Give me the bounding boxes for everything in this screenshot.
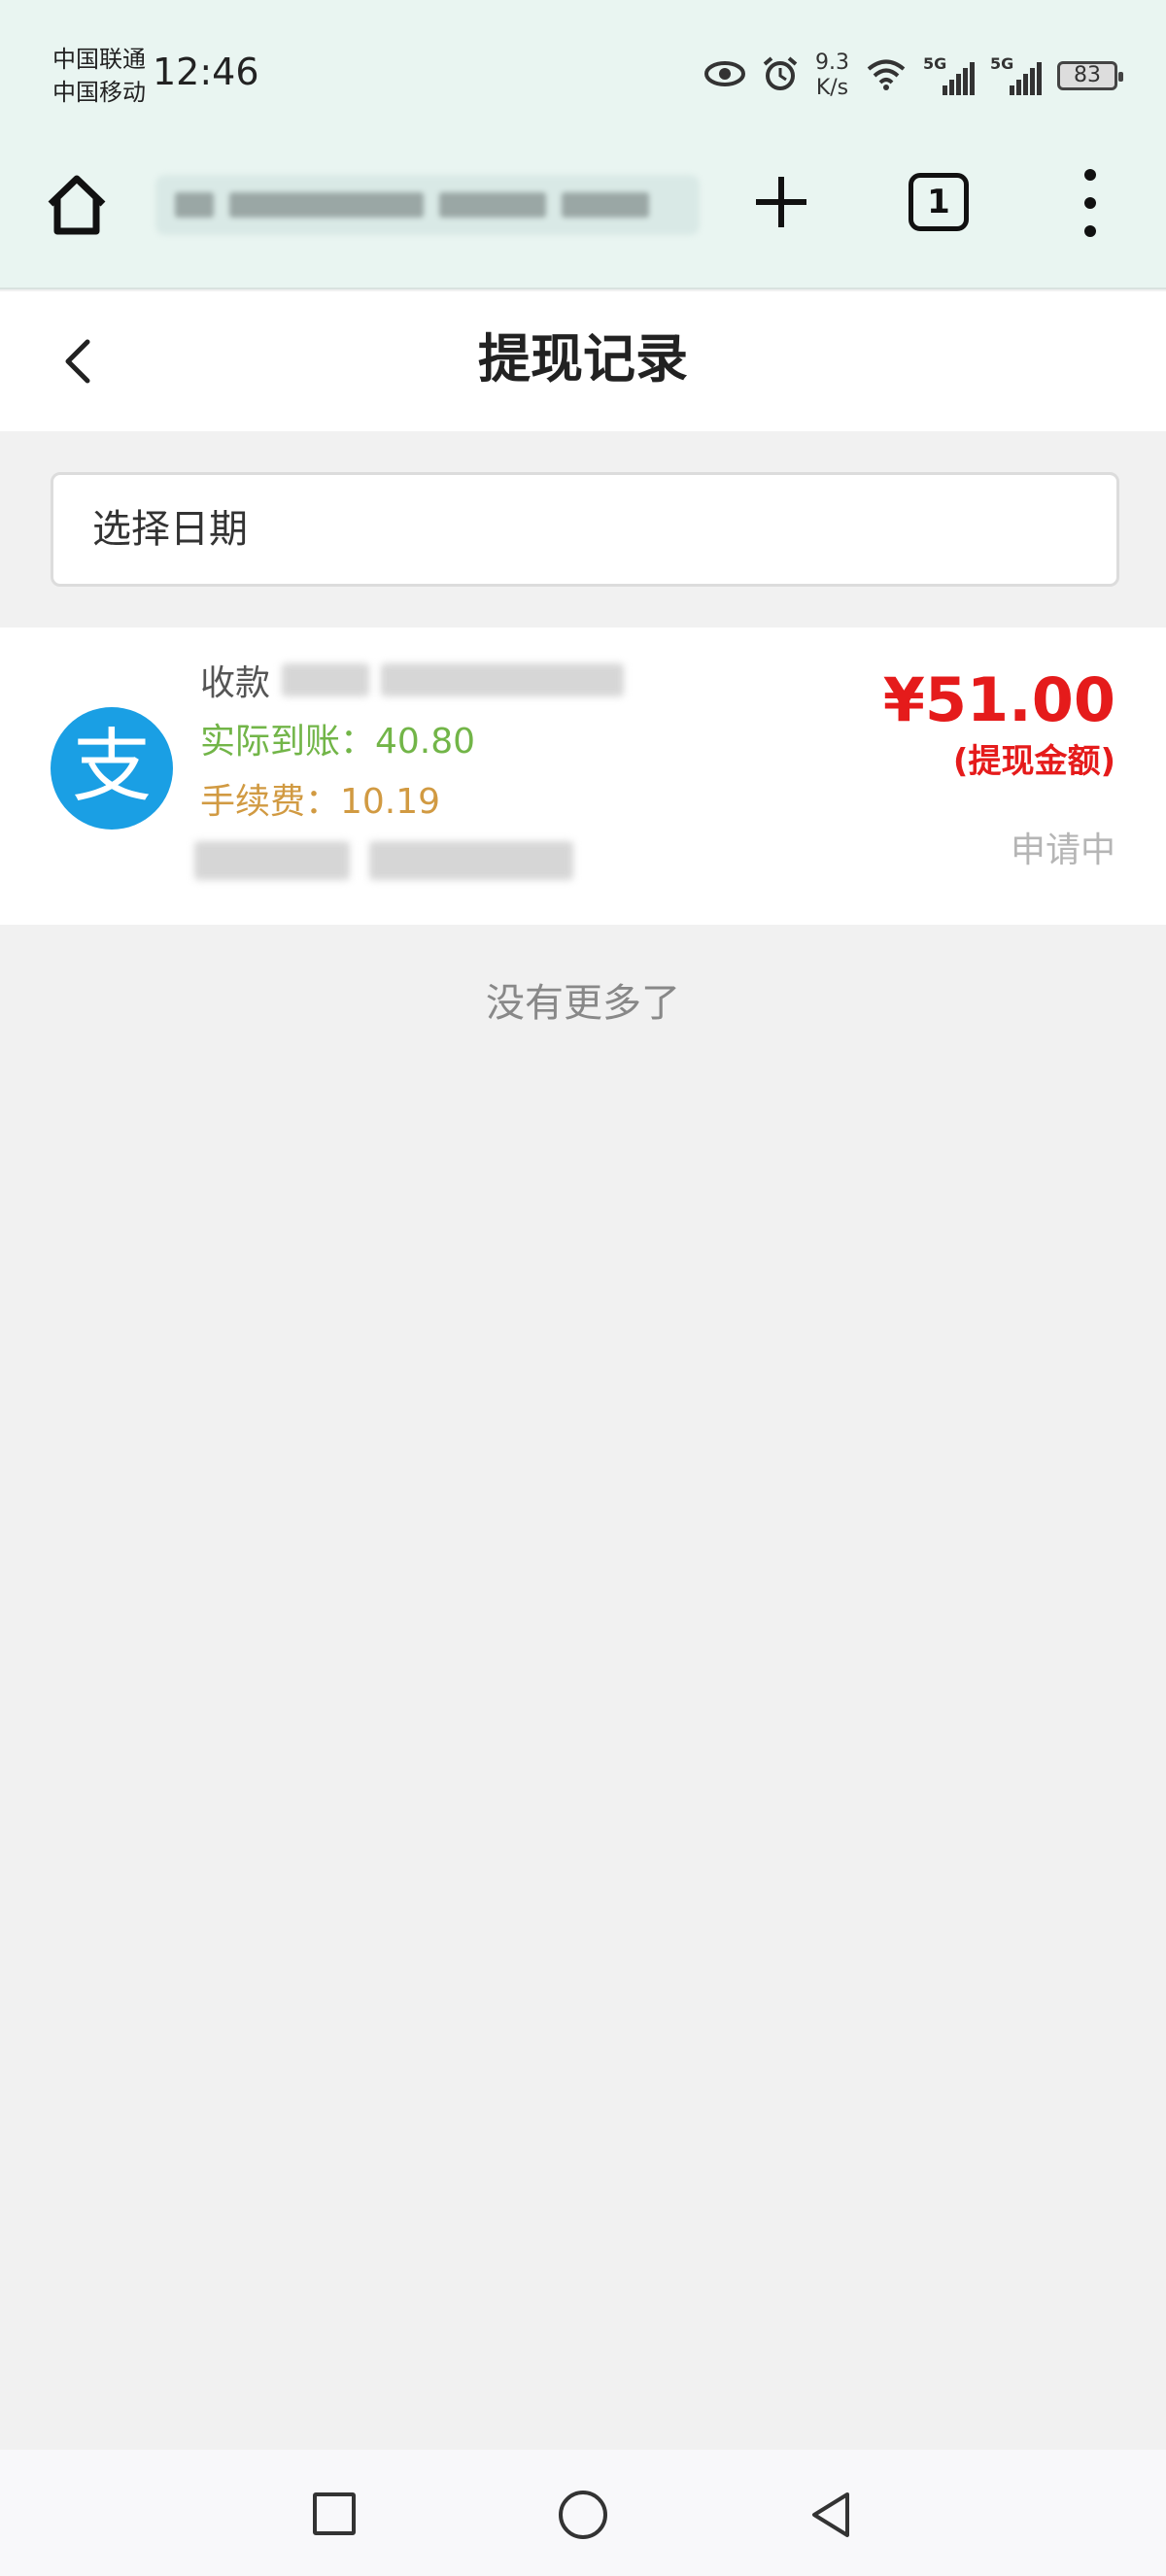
signal-1-label: 5G	[923, 54, 947, 73]
chevron-left-icon	[65, 339, 90, 384]
actual-amount: 实际到账：40.80	[200, 722, 476, 762]
more-menu-button[interactable]	[1079, 169, 1102, 237]
no-more-text: 没有更多了	[486, 981, 680, 1026]
home-button[interactable]	[43, 171, 111, 239]
page-header: 提现记录	[0, 291, 1166, 431]
status-badge: 申请中	[1010, 830, 1115, 870]
status-icons: 9.3 K/s 5G 5G 83	[704, 47, 1123, 105]
alarm-icon	[761, 54, 800, 97]
browser-toolbar: 1	[0, 146, 1166, 289]
plus-icon	[756, 177, 806, 227]
net-speed: 9.3 K/s	[815, 51, 849, 101]
back-button[interactable]	[54, 334, 103, 389]
menu-dot	[1084, 197, 1096, 209]
eye-icon	[704, 59, 745, 92]
fee-amount: 手续费：10.19	[200, 782, 441, 822]
blurred-payee-name	[282, 663, 370, 696]
carrier-info: 中国联通 中国移动	[52, 43, 146, 109]
blurred-timestamp	[194, 841, 573, 880]
carrier-1: 中国联通	[52, 46, 146, 73]
carrier-2: 中国移动	[52, 79, 146, 106]
withdraw-amount: ¥51.00	[882, 664, 1115, 735]
system-nav-bar	[0, 2450, 1166, 2576]
status-bar: 中国联通 中国移动 12:46 9.3 K/s 5G 5G 83	[0, 0, 1166, 146]
triangle-back-icon	[812, 2492, 849, 2537]
menu-dot	[1084, 169, 1096, 181]
alipay-icon: 支	[51, 707, 173, 830]
date-picker-input[interactable]: 选择日期	[51, 472, 1119, 587]
recents-button[interactable]	[313, 2492, 356, 2535]
net-speed-value: 9.3	[815, 51, 849, 75]
net-speed-unit: K/s	[815, 76, 849, 100]
withdrawal-record[interactable]: 支 收款 实际到账：40.80 手续费：10.19 ¥51.00 (提现金额) …	[0, 627, 1166, 925]
home-icon	[48, 175, 106, 235]
withdraw-amount-caption: (提现金额)	[952, 742, 1115, 781]
signal-icon-2: 5G	[990, 54, 1042, 95]
tabs-button[interactable]: 1	[909, 173, 969, 231]
payee-label: 收款	[200, 663, 271, 703]
battery-icon: 83	[1057, 61, 1123, 90]
menu-dot	[1084, 225, 1096, 237]
wifi-icon	[865, 56, 908, 95]
url-bar[interactable]	[155, 175, 700, 235]
back-nav-button[interactable]	[806, 2489, 855, 2541]
new-tab-button[interactable]	[750, 171, 812, 233]
signal-2-label: 5G	[990, 54, 1014, 73]
status-clock: 12:46	[153, 51, 259, 93]
signal-icon-1: 5G	[923, 54, 975, 95]
payee-row: 收款	[200, 655, 625, 705]
page-title: 提现记录	[478, 328, 688, 390]
blurred-payee-account	[381, 663, 625, 696]
home-nav-button[interactable]	[559, 2491, 607, 2539]
